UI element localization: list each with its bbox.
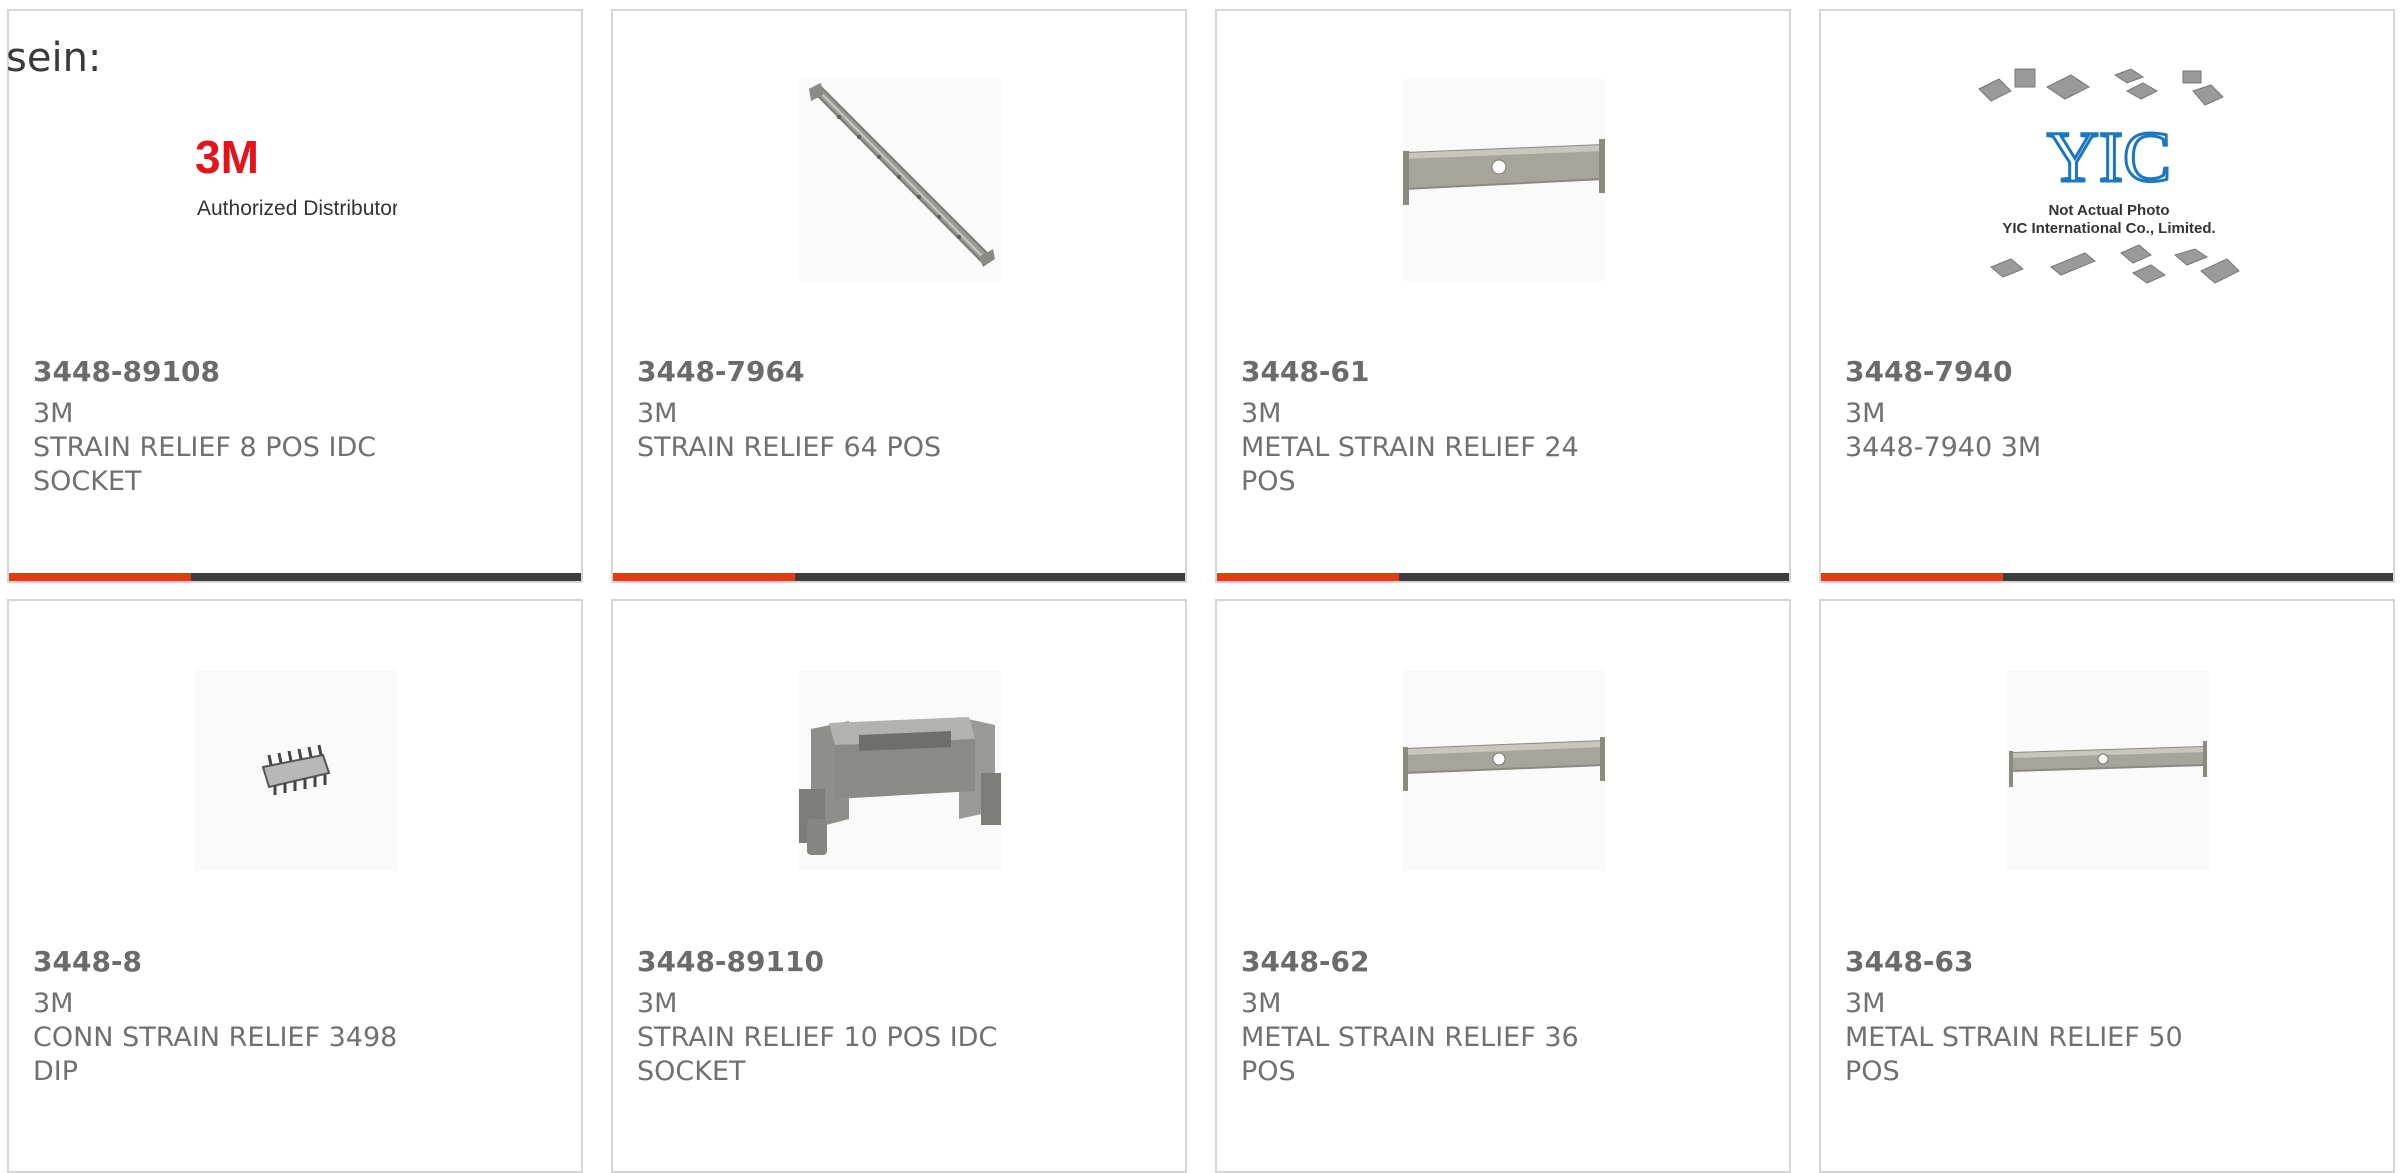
manufacturer: 3M [637, 988, 678, 1019]
product-card[interactable]: 3448-8 3M CONN STRAIN RELIEF 3498 DIP [7, 599, 583, 1173]
product-card[interactable]: YIC Not Actual Photo YIC International C… [1819, 9, 2395, 583]
manufacturer: 3M [33, 988, 74, 1019]
product-card[interactable]: 3448-61 3M METAL STRAIN RELIEF 24 POS [1215, 9, 1791, 583]
part-number[interactable]: 3448-8 [33, 945, 142, 978]
product-image-3m-logo[interactable]: 3M Authorized Distributor [195, 79, 397, 281]
manufacturer: 3M [637, 398, 678, 429]
description: STRAIN RELIEF 64 POS [637, 432, 942, 463]
footer-accent [613, 573, 795, 581]
product-card[interactable]: 3448-89110 3M STRAIN RELIEF 10 POS IDC S… [611, 599, 1187, 1173]
part-number[interactable]: 3448-62 [1241, 945, 1370, 978]
part-number[interactable]: 3448-89110 [637, 945, 824, 978]
footer-accent [1217, 573, 1399, 581]
description: 3448-7940 3M [1845, 432, 2042, 463]
manufacturer: 3M [1241, 988, 1282, 1019]
logo-subtext: Authorized Distributor [197, 197, 397, 220]
placeholder-company: YIC International Co., Limited. [2002, 220, 2215, 237]
part-number[interactable]: 3448-63 [1845, 945, 1974, 978]
card-footer-bar [613, 573, 1185, 581]
manufacturer: 3M [33, 398, 74, 429]
product-image-long-strain-relief[interactable] [799, 79, 1001, 281]
product-card[interactable]: 3448-7964 3M STRAIN RELIEF 64 POS [611, 9, 1187, 583]
description: CONN STRAIN RELIEF 3498 DIP [33, 1022, 398, 1087]
product-card[interactable]: 3M Authorized Distributor 3448-89108 3M … [7, 9, 583, 583]
description: METAL STRAIN RELIEF 50 POS [1845, 1022, 2183, 1087]
product-image-metal-strain-relief[interactable] [1403, 79, 1605, 281]
part-number[interactable]: 3448-7964 [637, 355, 804, 388]
manufacturer: 3M [1845, 988, 1886, 1019]
part-number[interactable]: 3448-7940 [1845, 355, 2012, 388]
part-number[interactable]: 3448-89108 [33, 355, 220, 388]
yic-logo: YIC [2047, 117, 2171, 197]
card-footer-bar [9, 573, 581, 581]
description: METAL STRAIN RELIEF 24 POS [1241, 432, 1579, 497]
card-footer-bar [1217, 573, 1789, 581]
manufacturer: 3M [1845, 398, 1886, 429]
product-image-metal-strain-relief[interactable] [1403, 669, 1605, 871]
description: STRAIN RELIEF 10 POS IDC SOCKET [637, 1022, 998, 1087]
manufacturer: 3M [1241, 398, 1282, 429]
intro-text: sein: [6, 35, 102, 81]
product-image-dip-connector[interactable] [195, 669, 397, 871]
description: STRAIN RELIEF 8 POS IDC SOCKET [33, 432, 377, 497]
description: METAL STRAIN RELIEF 36 POS [1241, 1022, 1579, 1087]
placeholder-note: Not Actual Photo [2048, 202, 2169, 219]
footer-accent [9, 573, 191, 581]
logo-brand: 3M [195, 131, 259, 183]
card-footer-bar [1821, 573, 2393, 581]
product-image-yic-placeholder[interactable]: YIC Not Actual Photo YIC International C… [1971, 61, 2247, 301]
product-card[interactable]: 3448-62 3M METAL STRAIN RELIEF 36 POS [1215, 599, 1791, 1173]
product-image-gray-clip[interactable] [799, 669, 1001, 871]
part-number[interactable]: 3448-61 [1241, 355, 1370, 388]
footer-accent [1821, 573, 2003, 581]
product-image-metal-strain-relief[interactable] [2007, 669, 2209, 871]
product-card[interactable]: 3448-63 3M METAL STRAIN RELIEF 50 POS [1819, 599, 2395, 1173]
